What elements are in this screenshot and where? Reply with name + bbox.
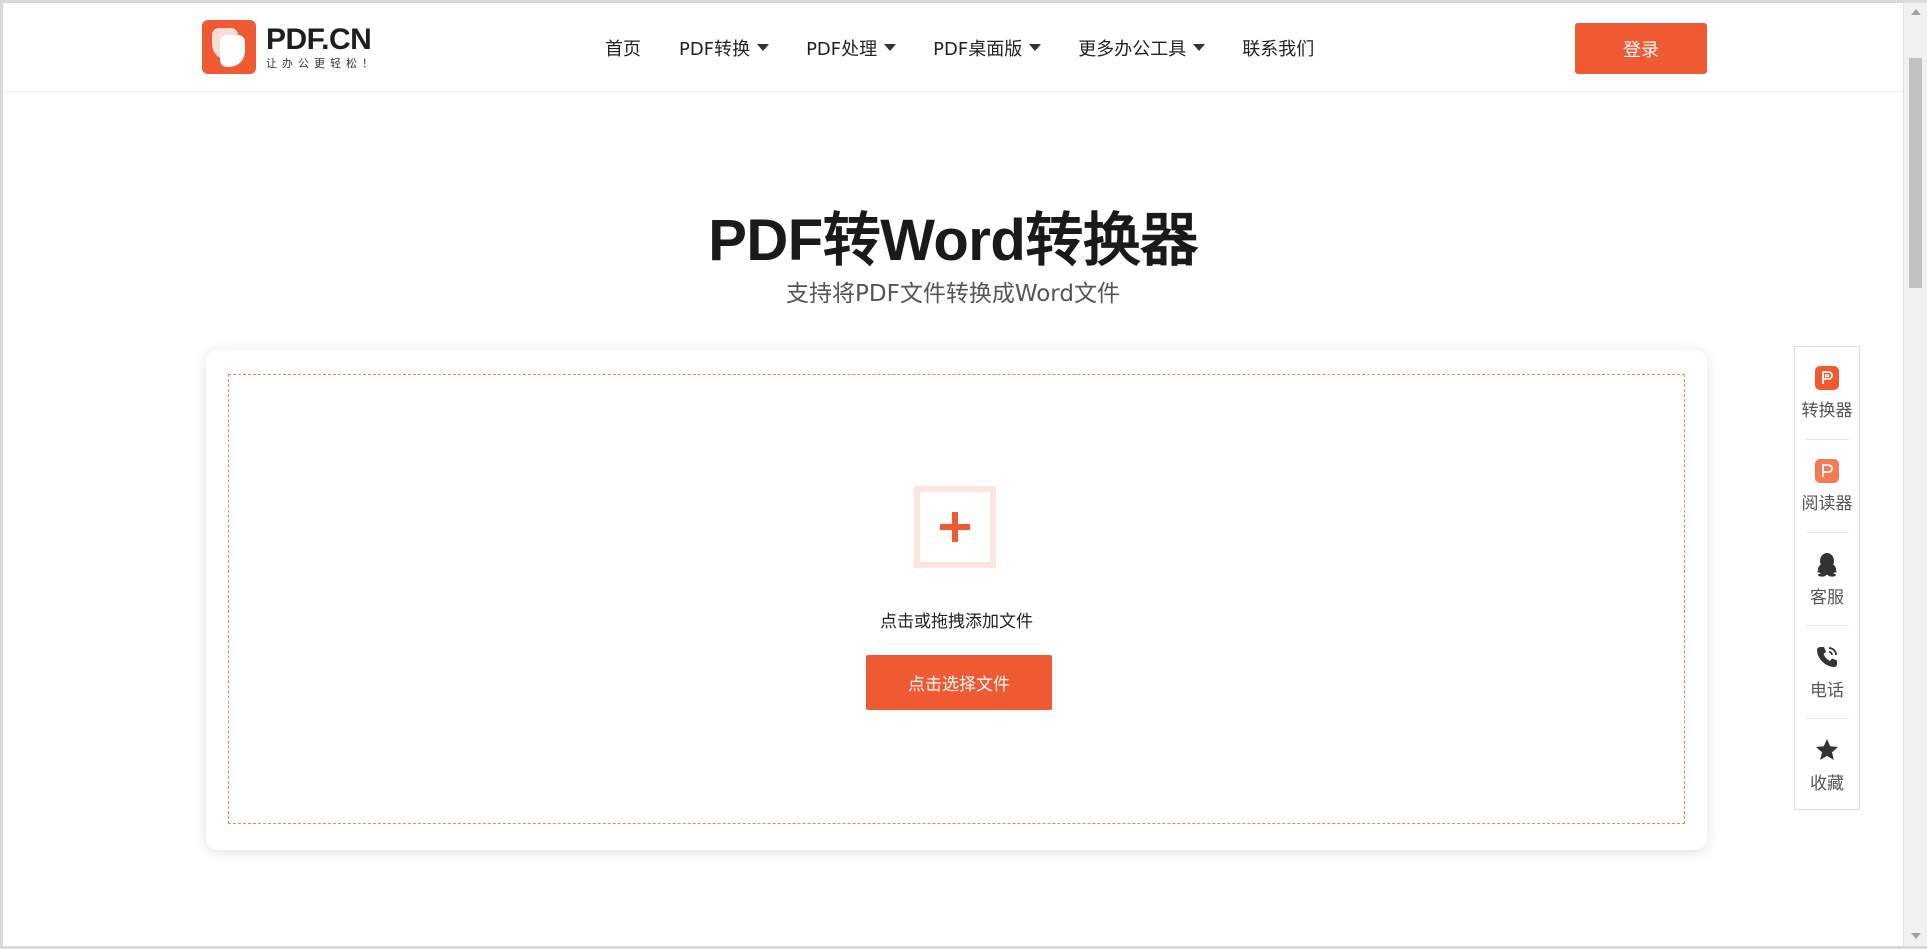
page-title: PDF转Word转换器 — [708, 208, 1198, 273]
logo[interactable]: PDF.CN 让办公更轻松！ — [202, 20, 378, 74]
star-icon — [1816, 738, 1838, 760]
nav-item-home[interactable]: 首页 — [605, 35, 641, 61]
page: PDF.CN 让办公更轻松！ 首页 PDF转换 PDF处理 PDF桌面版 更多办… — [0, 0, 1927, 949]
page-subtitle: 支持将PDF文件转换成Word文件 — [786, 281, 1120, 307]
logo-slogan: 让办公更轻松！ — [266, 56, 378, 70]
add-file-box[interactable] — [914, 486, 996, 568]
caret-down-icon — [1193, 44, 1206, 51]
login-button[interactable]: 登录 — [1575, 23, 1707, 74]
drop-hint: 点击或拖拽添加文件 — [880, 612, 1033, 632]
nav-item-more-tools[interactable]: 更多办公工具 — [1078, 35, 1206, 61]
logo-icon — [202, 20, 256, 74]
site-header: PDF.CN 让办公更轻松！ 首页 PDF转换 PDF处理 PDF桌面版 更多办… — [3, 3, 1903, 92]
caret-down-icon — [1029, 44, 1042, 51]
qq-penguin-icon — [1817, 552, 1837, 577]
float-item-reader[interactable]: 阅读器 — [1795, 440, 1859, 532]
scrollbar-thumb[interactable] — [1909, 58, 1922, 288]
float-item-favorite[interactable]: 收藏 — [1795, 719, 1859, 811]
file-drop-zone[interactable]: 点击或拖拽添加文件 点击选择文件 — [228, 374, 1685, 824]
main-nav: 首页 PDF转换 PDF处理 PDF桌面版 更多办公工具 联系我们 — [605, 3, 1351, 92]
plus-icon — [940, 512, 970, 542]
caret-down-icon — [757, 44, 770, 51]
side-float-panel: 转换器 阅读器 客服 电话 收藏 — [1794, 346, 1860, 810]
float-item-converter[interactable]: 转换器 — [1795, 347, 1859, 439]
nav-item-contact[interactable]: 联系我们 — [1242, 35, 1314, 61]
upload-card: 点击或拖拽添加文件 点击选择文件 — [206, 350, 1707, 850]
reader-p-icon — [1815, 458, 1839, 483]
choose-file-button[interactable]: 点击选择文件 — [866, 655, 1052, 710]
nav-item-pdf-convert[interactable]: PDF转换 — [679, 35, 770, 61]
float-item-service[interactable]: 客服 — [1795, 533, 1859, 625]
logo-title: PDF.CN — [266, 22, 372, 56]
float-item-phone[interactable]: 电话 — [1795, 626, 1859, 718]
nav-item-pdf-desktop[interactable]: PDF桌面版 — [933, 35, 1042, 61]
scroll-down-icon[interactable] — [1911, 933, 1921, 939]
nav-item-pdf-process[interactable]: PDF处理 — [806, 35, 897, 61]
phone-icon — [1817, 646, 1837, 667]
scroll-up-icon[interactable] — [1911, 9, 1921, 15]
vertical-scrollbar[interactable] — [1903, 3, 1927, 946]
caret-down-icon — [884, 44, 897, 51]
converter-p-icon — [1815, 365, 1839, 390]
